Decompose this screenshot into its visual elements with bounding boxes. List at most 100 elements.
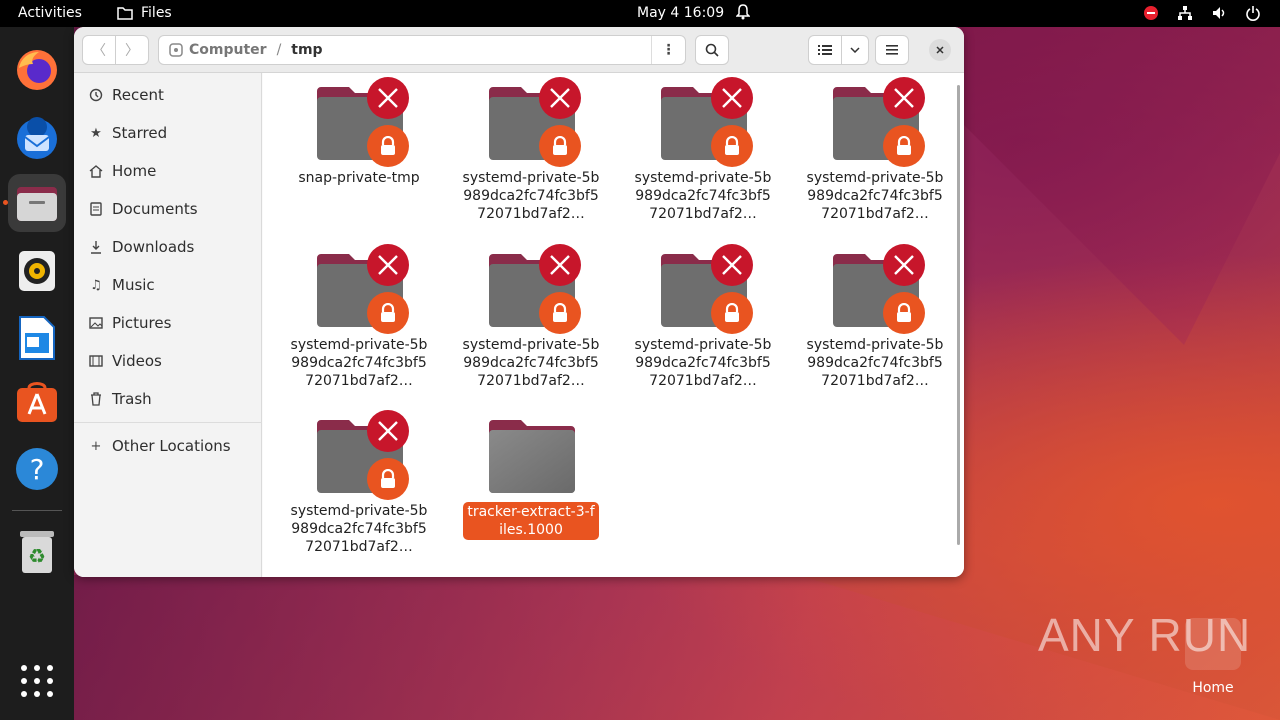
files-window: 〈 〉 Computer / tmp ⋮ Recent ★ Starred Ho… [74, 27, 964, 577]
svg-text:?: ? [30, 453, 45, 486]
desktop-home-icon[interactable]: Home [1183, 618, 1243, 696]
file-name: systemd-private-5b989dca2fc74fc3bf572071… [634, 337, 772, 389]
trash-icon: ♻ [20, 531, 54, 573]
sidebar-item-trash[interactable]: Trash [74, 382, 262, 416]
app-center-launcher[interactable] [8, 373, 66, 431]
unreadable-emblem-icon [711, 244, 753, 286]
sidebar-item-other-locations[interactable]: + Other Locations [74, 429, 262, 463]
sidebar-item-videos[interactable]: Videos [74, 344, 262, 378]
help-icon: ? [16, 448, 58, 490]
forward-button[interactable]: 〉 [115, 35, 149, 65]
clock[interactable]: May 4 16:09 [637, 5, 724, 21]
writer-launcher[interactable] [8, 309, 66, 367]
path-segment-computer[interactable]: Computer [159, 42, 267, 58]
file-item[interactable]: snap-private-tmp [284, 77, 434, 187]
chevron-down-icon [850, 47, 860, 53]
unreadable-emblem-icon [711, 77, 753, 119]
network-icon[interactable] [1176, 4, 1194, 22]
file-item[interactable]: systemd-private-5b989dca2fc74fc3bf572071… [800, 244, 950, 390]
file-name: tracker-extract-3-files.1000 [463, 502, 599, 540]
file-item[interactable]: systemd-private-5b989dca2fc74fc3bf572071… [456, 244, 606, 390]
sidebar-item-documents[interactable]: Documents [74, 192, 262, 226]
clock-icon [89, 88, 103, 102]
chevron-left-icon: 〈 [92, 43, 106, 59]
path-separator: / [276, 42, 282, 58]
error-indicator-icon[interactable] [1142, 4, 1160, 22]
file-name: systemd-private-5b989dca2fc74fc3bf572071… [462, 170, 600, 222]
close-button[interactable] [929, 39, 951, 61]
system-tray[interactable] [1142, 4, 1262, 22]
star-icon: ★ [90, 125, 102, 141]
folder-icon-wrap [284, 244, 434, 334]
activities-button[interactable]: Activities [18, 5, 82, 21]
view-options-button[interactable] [841, 35, 869, 65]
sidebar-item-pictures[interactable]: Pictures [74, 306, 262, 340]
lock-emblem-icon [883, 125, 925, 167]
file-name: systemd-private-5b989dca2fc74fc3bf572071… [806, 170, 944, 222]
folder-icon-wrap [456, 77, 606, 167]
files-icon [17, 187, 57, 221]
power-icon[interactable] [1244, 4, 1262, 22]
list-view-icon [818, 45, 832, 55]
show-apps-button[interactable] [8, 652, 66, 710]
kebab-menu-icon: ⋮ [661, 42, 676, 58]
volume-icon[interactable] [1210, 4, 1228, 22]
sidebar-item-music[interactable]: ♫ Music [74, 268, 262, 302]
unreadable-emblem-icon [367, 77, 409, 119]
firefox-launcher[interactable] [8, 41, 66, 99]
file-item[interactable]: systemd-private-5b989dca2fc74fc3bf572071… [628, 244, 778, 390]
document-icon [89, 202, 103, 216]
search-icon [705, 43, 719, 57]
file-item[interactable]: tracker-extract-3-files.1000 [456, 410, 606, 540]
file-name: systemd-private-5b989dca2fc74fc3bf572071… [462, 337, 600, 389]
sidebar-item-label: Music [112, 276, 155, 294]
lock-emblem-icon [711, 292, 753, 334]
folder-icon-wrap [628, 77, 778, 167]
sidebar-item-starred[interactable]: ★ Starred [74, 116, 262, 150]
folder-icon-wrap [284, 410, 434, 500]
files-launcher[interactable] [8, 174, 66, 232]
music-icon: ♫ [90, 277, 102, 293]
file-grid: snap-private-tmp systemd-private-5b989dca… [263, 73, 964, 577]
path-segment-current[interactable]: tmp [291, 42, 322, 58]
lock-emblem-icon [883, 292, 925, 334]
path-bar: Computer / tmp ⋮ [158, 35, 686, 65]
video-icon [89, 354, 103, 368]
file-name: systemd-private-5b989dca2fc74fc3bf572071… [634, 170, 772, 222]
file-item[interactable]: systemd-private-5b989dca2fc74fc3bf572071… [284, 244, 434, 390]
desktop-home-label: Home [1192, 680, 1234, 696]
search-button[interactable] [695, 35, 729, 65]
back-button[interactable]: 〈 [82, 35, 116, 65]
path-menu-button[interactable]: ⋮ [651, 36, 685, 64]
speaker-icon [19, 251, 55, 291]
picture-icon [89, 316, 103, 330]
file-item[interactable]: systemd-private-5b989dca2fc74fc3bf572071… [456, 77, 606, 223]
app-menu[interactable]: Files [117, 5, 172, 21]
main-menu-button[interactable] [875, 35, 909, 65]
sidebar-item-label: Starred [112, 124, 168, 142]
trash-launcher[interactable]: ♻ [8, 523, 66, 581]
sidebar-item-label: Recent [112, 86, 164, 104]
lock-emblem-icon [539, 125, 581, 167]
file-item[interactable]: systemd-private-5b989dca2fc74fc3bf572071… [628, 77, 778, 223]
sidebar-item-recent[interactable]: Recent [74, 78, 262, 112]
sidebar-item-label: Home [112, 162, 157, 180]
folder-icon-wrap [456, 244, 606, 334]
app-grid-icon [21, 665, 53, 697]
rhythmbox-launcher[interactable] [8, 242, 66, 300]
file-item[interactable]: systemd-private-5b989dca2fc74fc3bf572071… [284, 410, 434, 556]
help-launcher[interactable]: ? [8, 440, 66, 498]
sidebar-item-downloads[interactable]: Downloads [74, 230, 262, 264]
bell-icon[interactable] [736, 4, 750, 20]
folder-icon-wrap [284, 77, 434, 167]
thunderbird-launcher[interactable] [8, 108, 66, 166]
folder-icon-wrap [456, 410, 606, 500]
lock-emblem-icon [539, 292, 581, 334]
file-item[interactable]: systemd-private-5b989dca2fc74fc3bf572071… [800, 77, 950, 223]
file-name: systemd-private-5b989dca2fc74fc3bf572071… [806, 337, 944, 389]
view-list-button[interactable] [808, 35, 842, 65]
file-name: systemd-private-5b989dca2fc74fc3bf572071… [290, 503, 428, 555]
scrollbar[interactable] [957, 85, 960, 545]
file-name: systemd-private-5b989dca2fc74fc3bf572071… [290, 337, 428, 389]
sidebar-item-home[interactable]: Home [74, 154, 262, 188]
